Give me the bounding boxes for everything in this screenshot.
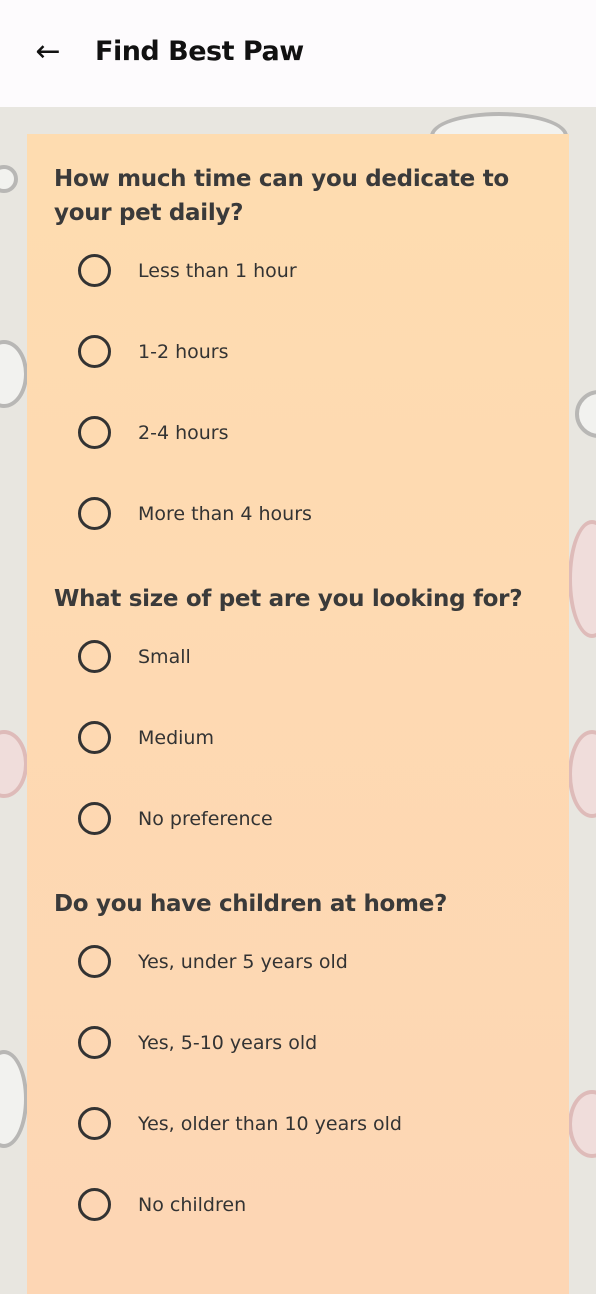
radio-unchecked-icon[interactable]	[78, 945, 111, 978]
page-title: Find Best Paw	[95, 36, 304, 67]
radio-unchecked-icon[interactable]	[78, 497, 111, 530]
paw-decoration	[568, 1090, 596, 1158]
radio-option[interactable]: Yes, under 5 years old	[27, 921, 569, 1002]
paw-decoration	[575, 390, 596, 438]
radio-option[interactable]: 1-2 hours	[27, 311, 569, 392]
paw-decoration	[568, 520, 596, 638]
option-label: More than 4 hours	[138, 502, 312, 525]
radio-option[interactable]: Small	[27, 616, 569, 697]
question-children: Do you have children at home?	[54, 891, 448, 917]
option-label: No preference	[138, 807, 273, 830]
radio-unchecked-icon[interactable]	[78, 802, 111, 835]
option-label: Small	[138, 645, 191, 668]
question-time: How much time can you dedicate to your p…	[54, 166, 509, 226]
question-size: What size of pet are you looking for?	[54, 586, 523, 612]
radio-option[interactable]: No children	[27, 1164, 569, 1245]
paw-decoration	[0, 1050, 28, 1148]
radio-unchecked-icon[interactable]	[78, 1188, 111, 1221]
radio-unchecked-icon[interactable]	[78, 721, 111, 754]
paw-decoration	[0, 165, 18, 193]
back-arrow-icon[interactable]: ←	[30, 34, 66, 70]
radio-option[interactable]: Yes, 5-10 years old	[27, 1002, 569, 1083]
radio-unchecked-icon[interactable]	[78, 640, 111, 673]
paw-decoration	[0, 340, 28, 408]
option-label: Yes, under 5 years old	[138, 950, 348, 973]
radio-unchecked-icon[interactable]	[78, 1026, 111, 1059]
radio-option[interactable]: Yes, older than 10 years old	[27, 1083, 569, 1164]
radio-option[interactable]: More than 4 hours	[27, 473, 569, 554]
option-label: Yes, older than 10 years old	[138, 1112, 402, 1135]
option-label: 1-2 hours	[138, 340, 229, 363]
radio-unchecked-icon[interactable]	[78, 335, 111, 368]
paw-decoration	[568, 730, 596, 818]
option-label: Less than 1 hour	[138, 259, 297, 282]
radio-unchecked-icon[interactable]	[78, 416, 111, 449]
radio-option[interactable]: No preference	[27, 778, 569, 859]
radio-unchecked-icon[interactable]	[78, 254, 111, 287]
questionnaire-card: How much time can you dedicate to your p…	[27, 134, 569, 1294]
paw-decoration	[0, 730, 28, 798]
app-bar: ← Find Best Paw	[0, 0, 596, 107]
option-label: No children	[138, 1193, 247, 1216]
option-label: Yes, 5-10 years old	[138, 1031, 318, 1054]
option-label: 2-4 hours	[138, 421, 229, 444]
option-label: Medium	[138, 726, 214, 749]
radio-option[interactable]: Medium	[27, 697, 569, 778]
radio-option[interactable]: 2-4 hours	[27, 392, 569, 473]
radio-option[interactable]: Less than 1 hour	[27, 230, 569, 311]
radio-unchecked-icon[interactable]	[78, 1107, 111, 1140]
